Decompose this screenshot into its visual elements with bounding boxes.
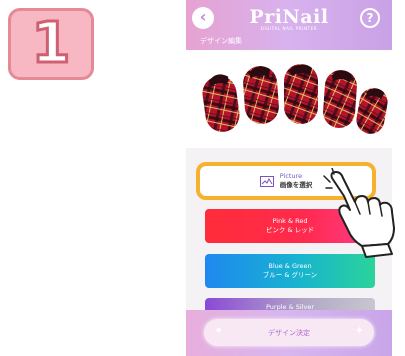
tap-hand-icon [323, 168, 395, 258]
image-icon [259, 175, 274, 187]
picture-option-subtitle: 画像を選択 [279, 181, 313, 189]
nail-preview [202, 64, 388, 134]
nail-tip-2 [243, 66, 279, 124]
page-subtitle: デザイン編集 [200, 37, 242, 45]
help-button[interactable]: ? [360, 8, 380, 28]
footer-bar: ✦ デザイン決定 ✦ [186, 310, 392, 356]
nail-tip-5 [356, 88, 388, 134]
step-badge: 1 [8, 8, 94, 80]
confirm-design-button[interactable]: ✦ デザイン決定 ✦ [204, 319, 374, 346]
app-logo: PriNail DIGITAL NAIL PRINTER [244, 6, 334, 31]
step-number: 1 [30, 11, 72, 76]
nail-tip-4 [323, 70, 357, 128]
sparkle-icon: ✦ [214, 324, 224, 337]
app-header: ‹ PriNail DIGITAL NAIL PRINTER ? デザイン編集 [186, 0, 392, 50]
nail-tip-1 [202, 74, 240, 132]
pink-red-title: Pink & Red [272, 217, 308, 225]
chevron-left-icon: ‹ [199, 7, 207, 26]
back-button[interactable]: ‹ [192, 7, 214, 29]
app-name: PriNail [249, 6, 329, 28]
nail-tip-3 [284, 64, 318, 124]
blue-green-option[interactable]: Blue & Green ブルー & グリーン [205, 254, 375, 288]
pink-red-subtitle: ピンク & レッド [265, 226, 315, 234]
confirm-design-label: デザイン決定 [268, 328, 310, 337]
picture-option-title: Picture [279, 172, 303, 180]
blue-green-title: Blue & Green [268, 262, 312, 270]
blue-green-subtitle: ブルー & グリーン [262, 271, 318, 279]
sparkle-icon: ✦ [354, 324, 364, 337]
